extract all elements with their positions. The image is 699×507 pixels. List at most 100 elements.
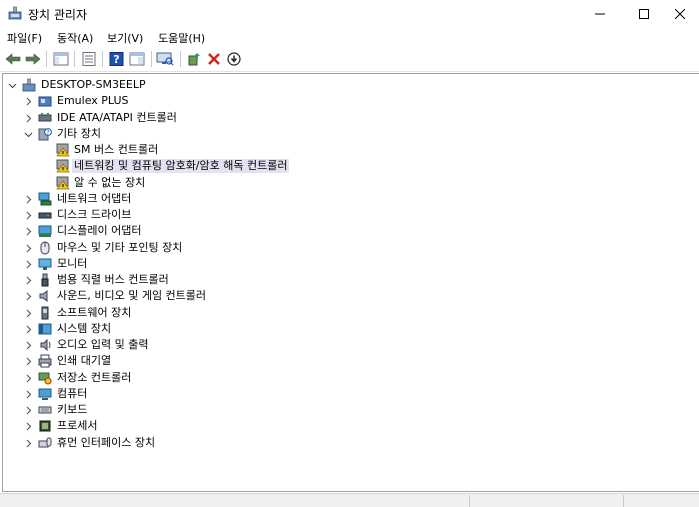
tree-node[interactable]: IDE ATA/ATAPI 컨트롤러 [3,110,693,126]
chevron-down-icon[interactable] [23,126,33,142]
tree-node-label: 휴먼 인터페이스 장치 [57,436,156,449]
properties-button[interactable] [79,50,99,68]
chevron-down-icon[interactable] [7,77,17,93]
hid-icon [38,437,52,448]
forward-arrow-icon [25,53,41,65]
tree-node-label: 시스템 장치 [57,322,112,335]
toolbar-separator [74,51,75,67]
close-button[interactable] [660,0,699,28]
chevron-right-icon[interactable] [23,223,33,239]
warning-device-icon [56,159,70,173]
scan-hardware-button[interactable] [155,50,175,68]
tree-node-label: 인쇄 대기열 [57,354,112,367]
warning-device-icon [56,143,70,157]
tree-child-node[interactable]: 알 수 없는 장치 [3,175,693,191]
printer-icon [38,354,52,368]
menu-action[interactable]: 동작(A) [57,30,93,46]
tree-node[interactable]: 프로세서 [3,418,693,434]
chevron-right-icon[interactable] [23,418,33,434]
forward-button[interactable] [23,50,43,68]
chevron-right-icon[interactable] [23,93,33,109]
speaker-icon [39,290,48,302]
menu-help[interactable]: 도움말(H) [158,30,205,46]
warning-device-icon [56,176,70,190]
tree-node-label: 키보드 [57,403,88,416]
tree-node[interactable]: 시스템 장치 [3,321,693,337]
ide-controller-icon [38,113,52,122]
chevron-right-icon[interactable] [23,191,33,207]
show-hide-console-tree-button[interactable] [51,50,71,68]
tree-node[interactable]: 디스크 드라이브 [3,207,693,223]
chevron-right-icon[interactable] [23,321,33,337]
tree-child-node[interactable]: SM 버스 컨트롤러 [3,142,693,158]
chevron-right-icon[interactable] [23,272,33,288]
tree-node[interactable]: 인쇄 대기열 [3,353,693,369]
properties-icon [82,52,96,66]
tree-node[interactable]: 오디오 입력 및 출력 [3,337,693,353]
audio-io-icon [40,338,51,352]
chevron-right-icon[interactable] [23,337,33,353]
tree-node[interactable]: Emulex PLUS [3,93,693,109]
action-pane-button[interactable] [127,50,147,68]
chevron-right-icon[interactable] [23,370,33,386]
tree-node[interactable]: 마우스 및 기타 포인팅 장치 [3,240,693,256]
show-hide-console-tree-icon [53,52,69,66]
chevron-right-icon[interactable] [23,110,33,126]
disable-device-button[interactable] [224,50,244,68]
svg-text:?: ? [46,130,49,137]
update-driver-button[interactable] [184,50,204,68]
title-bar: 장치 관리자 [0,0,699,28]
chevron-right-icon[interactable] [23,288,33,304]
toolbar: ? [0,47,699,72]
tree-node[interactable]: 소프트웨어 장치 [3,305,693,321]
help-button[interactable]: ? [107,50,127,68]
tree-node-label: 오디오 입력 및 출력 [57,338,149,351]
tree-node[interactable]: 네트워크 어댑터 [3,191,693,207]
storage-controller-icon [38,372,52,385]
tree-node[interactable]: 디스플레이 어댑터 [3,223,693,239]
tree-root-label: DESKTOP-SM3EELP [41,78,146,91]
tree-node-label: 디스크 드라이브 [57,208,132,221]
uninstall-button[interactable] [204,50,224,68]
tree-node-label: 저장소 컨트롤러 [57,371,132,384]
device-tree[interactable]: DESKTOP-SM3EELP Emulex PLUS IDE ATA/ATAP… [2,73,699,492]
tree-node-label: 프로세서 [57,419,98,432]
chevron-right-icon[interactable] [23,256,33,272]
software-device-icon [41,306,49,320]
tree-node[interactable]: 저장소 컨트롤러 [3,370,693,386]
tree-node[interactable]: 범용 직렬 버스 컨트롤러 [3,272,693,288]
tree-node-label: Emulex PLUS [57,94,129,107]
chevron-right-icon[interactable] [23,305,33,321]
minimize-button[interactable] [578,0,622,28]
chevron-right-icon[interactable] [23,435,33,451]
tree-node[interactable]: 휴먼 인터페이스 장치 [3,435,693,451]
chevron-right-icon[interactable] [23,207,33,223]
tree-node[interactable]: 모니터 [3,256,693,272]
minimize-icon [595,13,605,15]
update-driver-icon [188,53,200,66]
tree-node[interactable]: 키보드 [3,402,693,418]
chevron-right-icon[interactable] [23,386,33,402]
tree-child-label: 네트워킹 및 컴퓨팅 암호화/암호 해독 컨트롤러 [72,159,290,173]
menu-file[interactable]: 파일(F) [7,30,42,46]
chevron-right-icon[interactable] [23,402,33,418]
network-adapter-icon [38,192,52,206]
chevron-right-icon[interactable] [23,240,33,256]
menu-view[interactable]: 보기(V) [107,30,143,46]
chevron-right-icon[interactable] [23,353,33,369]
toolbar-separator [180,51,181,67]
toolbar-separator [102,51,103,67]
scan-hardware-icon [156,52,174,66]
tree-root[interactable]: DESKTOP-SM3EELP [3,77,693,93]
tree-node-label: 사운드, 비디오 및 게임 컨트롤러 [57,289,207,302]
usb-icon [41,273,49,287]
computer-icon [22,78,36,92]
tree-node[interactable]: 사운드, 비디오 및 게임 컨트롤러 [3,288,693,304]
tree-node-label: 모니터 [57,257,88,270]
uninstall-icon [208,53,220,65]
tree-child-node[interactable]: 네트워킹 및 컴퓨팅 암호화/암호 해독 컨트롤러 [3,158,693,174]
tree-node[interactable]: ? 기타 장치 [3,126,693,142]
disk-drive-icon [38,212,52,219]
tree-node[interactable]: 컴퓨터 [3,386,693,402]
back-button[interactable] [3,50,23,68]
